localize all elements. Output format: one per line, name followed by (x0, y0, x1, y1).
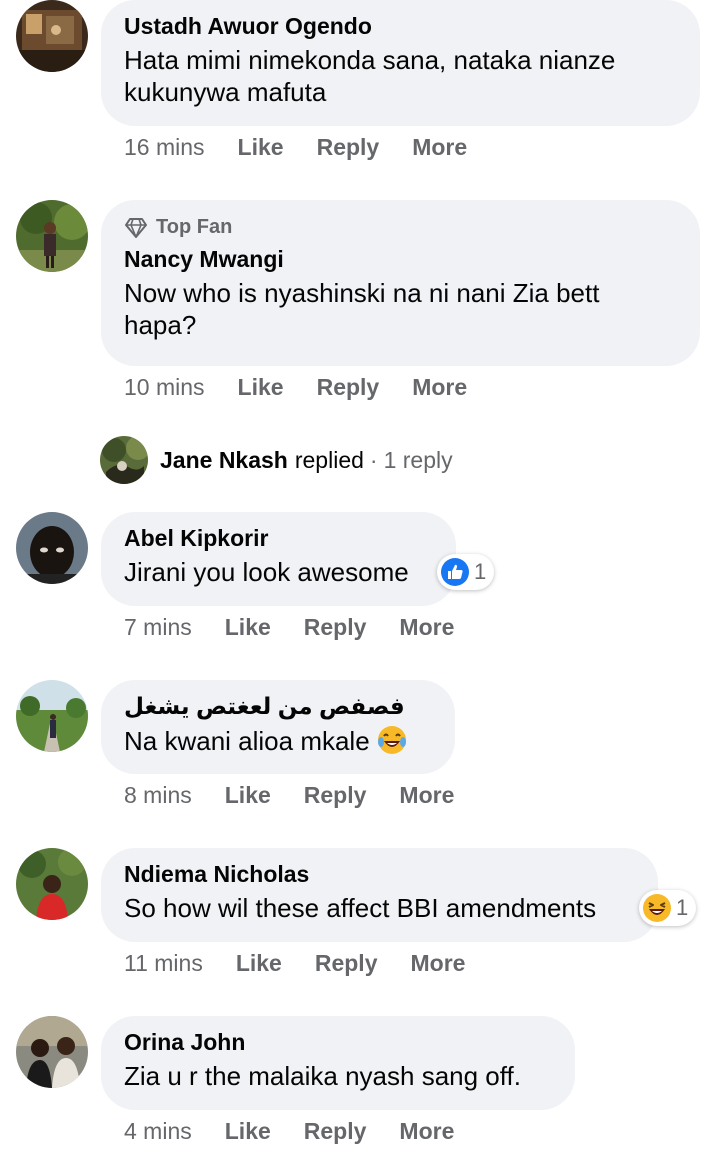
replier-name: Jane Nkash (160, 446, 288, 473)
replied-label: replied (294, 446, 364, 473)
comment-time[interactable]: 8 mins (124, 782, 192, 809)
comment-text: So how wil these affect BBI amendments (124, 893, 597, 923)
commenter-name[interactable]: فصفص من لعغتص يشغل (124, 692, 433, 720)
comment-text: Na kwani alioa mkale (124, 724, 433, 757)
comment-actions: 10 mins Like Reply More (124, 374, 500, 401)
like-button[interactable]: Like (225, 614, 271, 641)
comment-text-content: Na kwani alioa mkale (124, 726, 370, 756)
avatar[interactable] (16, 1016, 88, 1088)
badge-label: Top Fan (156, 216, 233, 238)
comment-actions: 11 mins Like Reply More (124, 950, 498, 977)
like-button[interactable]: Like (238, 374, 284, 401)
comment-actions: 16 mins Like Reply More (124, 134, 500, 161)
comment-bubble: Ustadh Awuor Ogendo Hata mimi nimekonda … (101, 0, 700, 126)
more-button[interactable]: More (399, 782, 454, 809)
avatar[interactable] (16, 200, 88, 272)
laughing-tears-emoji (377, 726, 406, 754)
comment-bubble: Ndiema Nicholas So how wil these affect … (101, 848, 658, 942)
comment-text: Hata mimi nimekonda sana, nataka nianze … (124, 45, 616, 107)
comment-time[interactable]: 10 mins (124, 374, 205, 401)
more-button[interactable]: More (412, 134, 467, 161)
comment-bubble: Top Fan Nancy Mwangi Now who is nyashins… (101, 200, 700, 366)
reaction-count: 1 (474, 559, 487, 584)
comment-actions: 7 mins Like Reply More (124, 614, 487, 641)
reply-button[interactable]: Reply (304, 614, 367, 641)
like-button[interactable]: Like (225, 1118, 271, 1145)
reaction-count: 1 (676, 895, 689, 920)
like-button[interactable]: Like (225, 782, 271, 809)
more-button[interactable]: More (412, 374, 467, 401)
comment-bubble: فصفص من لعغتص يشغل Na kwani alioa mkale (101, 680, 455, 774)
comment-text: Zia u r the malaika nyash sang off. (124, 1061, 521, 1091)
like-reaction-icon (441, 558, 469, 586)
commenter-name[interactable]: Abel Kipkorir (124, 524, 434, 552)
avatar (100, 436, 148, 484)
view-replies-link[interactable]: Jane Nkash replied · 1 reply (100, 435, 453, 485)
comment-time[interactable]: 4 mins (124, 1118, 192, 1145)
more-button[interactable]: More (399, 1118, 454, 1145)
more-button[interactable]: More (399, 614, 454, 641)
reaction-badge[interactable]: 1 (437, 554, 495, 590)
top-fan-badge: Top Fan (124, 216, 678, 239)
reply-button[interactable]: Reply (317, 374, 380, 401)
commenter-name[interactable]: Orina John (124, 1028, 553, 1056)
comment-time[interactable]: 11 mins (124, 950, 203, 977)
comment-time[interactable]: 7 mins (124, 614, 192, 641)
reply-button[interactable]: Reply (304, 782, 367, 809)
like-button[interactable]: Like (236, 950, 282, 977)
reaction-badge[interactable]: 1 (639, 890, 697, 926)
avatar[interactable] (16, 512, 88, 584)
comment-bubble: Orina John Zia u r the malaika nyash san… (101, 1016, 575, 1110)
more-button[interactable]: More (411, 950, 466, 977)
comment-actions: 4 mins Like Reply More (124, 1118, 487, 1145)
avatar[interactable] (16, 848, 88, 920)
comment-text: Jirani you look awesome (124, 557, 409, 587)
haha-reaction-icon (643, 894, 671, 922)
comment-actions: 8 mins Like Reply More (124, 782, 487, 809)
reply-button[interactable]: Reply (317, 134, 380, 161)
commenter-name[interactable]: Nancy Mwangi (124, 245, 678, 273)
avatar[interactable] (16, 0, 88, 72)
reply-button[interactable]: Reply (315, 950, 378, 977)
avatar[interactable] (16, 680, 88, 752)
reply-button[interactable]: Reply (304, 1118, 367, 1145)
comment-time[interactable]: 16 mins (124, 134, 205, 161)
diamond-icon (125, 217, 147, 238)
comment-text: Now who is nyashinski na ni nani Zia bet… (124, 278, 600, 340)
separator: · (369, 446, 378, 473)
commenter-name[interactable]: Ndiema Nicholas (124, 860, 636, 888)
reply-count: 1 reply (383, 446, 453, 473)
commenter-name[interactable]: Ustadh Awuor Ogendo (124, 12, 678, 40)
like-button[interactable]: Like (238, 134, 284, 161)
comment-bubble: Abel Kipkorir Jirani you look awesome (101, 512, 456, 606)
